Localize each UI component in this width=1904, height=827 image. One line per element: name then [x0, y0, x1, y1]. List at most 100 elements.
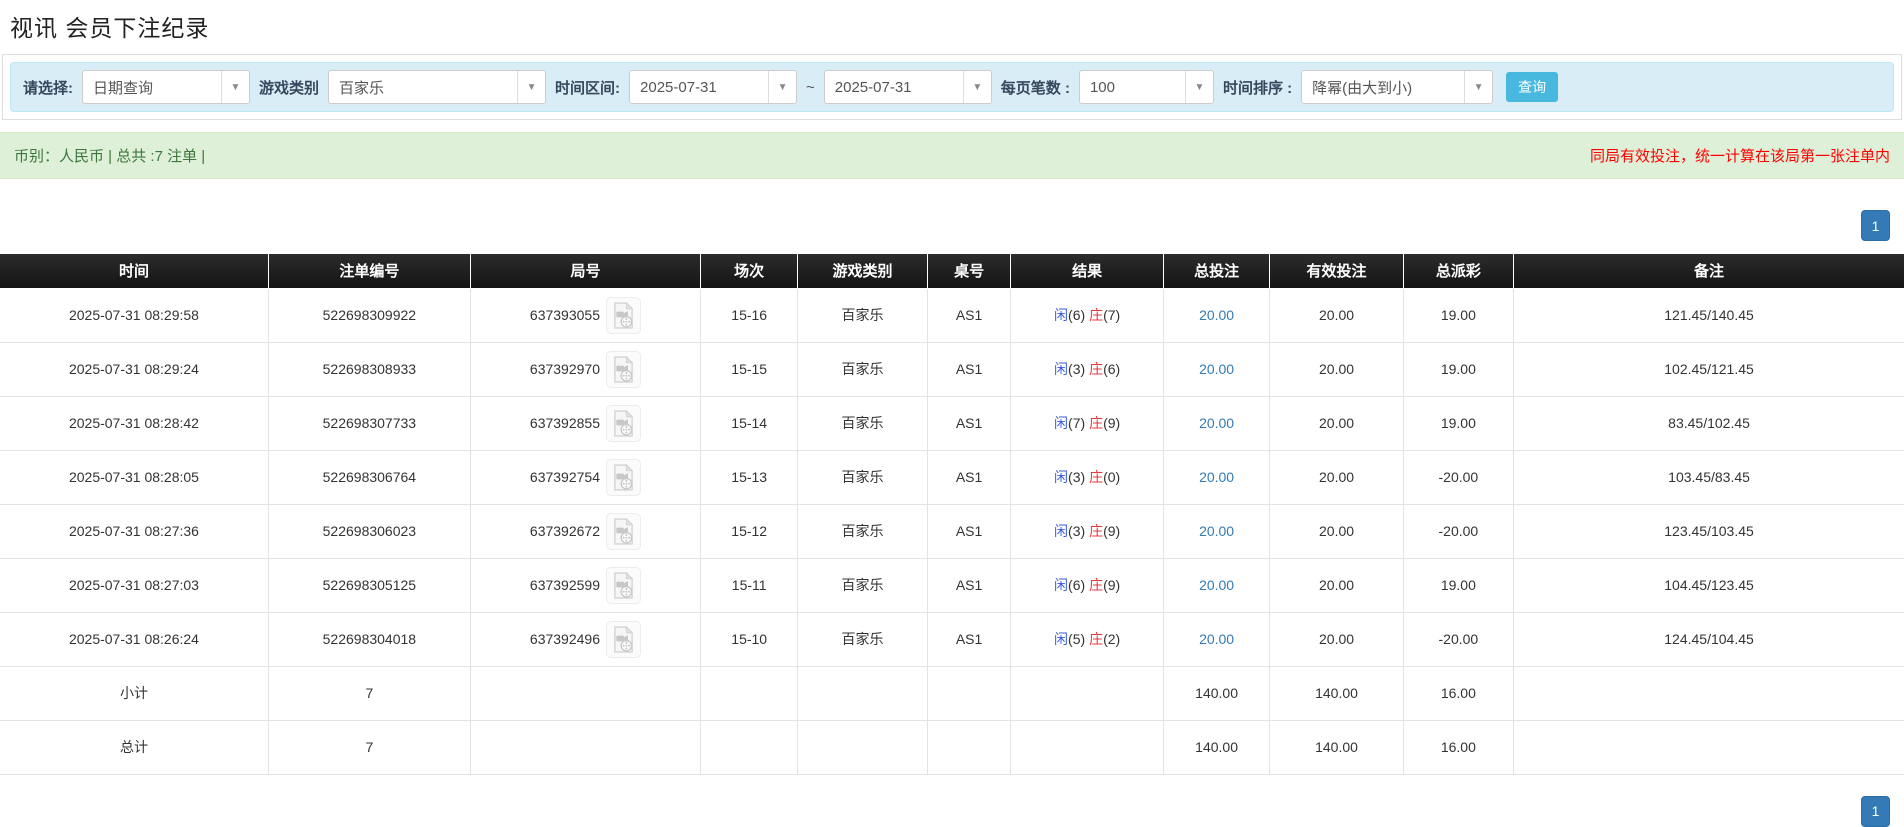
- search-button[interactable]: 查询: [1506, 72, 1559, 102]
- sort-order-select[interactable]: 降幂(由大到小) ▼: [1301, 70, 1494, 104]
- page-1-button[interactable]: 1: [1861, 210, 1890, 241]
- game-type-cell: 百家乐: [797, 611, 928, 667]
- total-bet-link[interactable]: 20.00: [1199, 523, 1234, 539]
- video-replay-button[interactable]: [605, 350, 641, 388]
- page-size-select[interactable]: 100 ▼: [1078, 70, 1214, 104]
- player-result-label: 闲: [1054, 577, 1069, 593]
- player-result-label: 闲: [1054, 523, 1069, 539]
- round-id-cell: 637392672: [469, 503, 702, 559]
- valid-bet-cell: 20.00: [1269, 449, 1404, 505]
- query-type-label: 请选择:: [23, 79, 73, 97]
- header-payout: 总派彩: [1402, 254, 1514, 289]
- time-cell: 2025-07-31 08:29:24: [0, 341, 269, 397]
- video-file-icon: [614, 571, 634, 599]
- total-bet-cell: 20.00: [1162, 395, 1271, 451]
- total-payout: 16.00: [1402, 719, 1515, 775]
- video-replay-button[interactable]: [605, 296, 641, 334]
- header-time: 时间: [0, 254, 269, 289]
- total-bet-cell: 20.00: [1162, 341, 1271, 397]
- total-label: 总计: [0, 719, 269, 775]
- total-bet-link[interactable]: 20.00: [1199, 361, 1234, 377]
- payout-cell: 19.00: [1402, 557, 1515, 613]
- banker-result-label: 庄: [1089, 415, 1104, 431]
- table-row: 2025-07-31 08:29:24 522698308933 6373929…: [0, 341, 1904, 397]
- table-row: 2025-07-31 08:27:03 522698305125 6373925…: [0, 557, 1904, 613]
- banker-result-value: (6): [1103, 361, 1121, 377]
- video-file-icon: [614, 409, 634, 437]
- chevron-down-icon[interactable]: ▼: [1184, 71, 1213, 103]
- game-type-cell: 百家乐: [797, 287, 928, 343]
- payout-cell: -20.00: [1402, 611, 1515, 667]
- player-result-label: 闲: [1054, 361, 1069, 377]
- valid-bet-cell: 20.00: [1269, 557, 1404, 613]
- bet-id-cell: 522698305125: [267, 557, 471, 613]
- result-cell: 闲(6) 庄(9): [1010, 557, 1164, 613]
- subtotal-count: 7: [267, 665, 471, 721]
- grand-total-row: 总计 7 140.00 140.00 16.00: [0, 719, 1904, 775]
- date-range-label: 时间区间:: [555, 79, 621, 97]
- video-file-icon: [614, 463, 634, 491]
- banker-result-value: (9): [1103, 415, 1121, 431]
- player-result-value: (5): [1068, 631, 1086, 647]
- video-replay-button[interactable]: [605, 566, 641, 604]
- total-bet-cell: 20.00: [1162, 611, 1271, 667]
- total-bet-link[interactable]: 20.00: [1199, 577, 1234, 593]
- page-1-button[interactable]: 1: [1861, 795, 1890, 827]
- pagination-top: 1: [0, 210, 1890, 241]
- chevron-down-icon[interactable]: ▼: [221, 71, 249, 103]
- game-type-cell: 百家乐: [797, 449, 928, 505]
- time-cell: 2025-07-31 08:27:03: [0, 557, 269, 613]
- subtotal-total-bet: 140.00: [1162, 665, 1271, 721]
- subtotal-row: 小计 7 140.00 140.00 16.00: [0, 665, 1904, 721]
- table-row: 2025-07-31 08:28:05 522698306764 6373927…: [0, 449, 1904, 505]
- chevron-down-icon[interactable]: ▼: [1464, 71, 1493, 103]
- banker-result-label: 庄: [1089, 307, 1104, 323]
- total-bet-cell: 20.00: [1162, 503, 1271, 559]
- video-replay-button[interactable]: [605, 512, 641, 550]
- header-result: 结果: [1010, 254, 1164, 289]
- video-replay-button[interactable]: [605, 620, 641, 658]
- video-file-icon: [614, 625, 634, 653]
- valid-bet-cell: 20.00: [1269, 395, 1404, 451]
- chevron-down-icon[interactable]: ▼: [517, 71, 546, 103]
- table-row: 2025-07-31 08:29:58 522698309922 6373930…: [0, 287, 1904, 343]
- game-type-cell: 百家乐: [797, 341, 928, 397]
- table-no-cell: AS1: [926, 611, 1012, 667]
- subtotal-label: 小计: [0, 665, 269, 721]
- total-bet-link[interactable]: 20.00: [1199, 631, 1234, 647]
- total-valid-bet: 140.00: [1269, 719, 1404, 775]
- chevron-down-icon[interactable]: ▼: [768, 71, 797, 103]
- total-bet-link[interactable]: 20.00: [1199, 307, 1234, 323]
- video-replay-button[interactable]: [605, 458, 641, 496]
- player-result-value: (6): [1068, 307, 1086, 323]
- banker-result-value: (9): [1103, 577, 1121, 593]
- payout-cell: 19.00: [1402, 395, 1515, 451]
- total-total-bet: 140.00: [1162, 719, 1271, 775]
- video-replay-button[interactable]: [605, 404, 641, 442]
- chevron-down-icon[interactable]: ▼: [962, 71, 991, 103]
- total-bet-link[interactable]: 20.00: [1199, 415, 1234, 431]
- query-type-select[interactable]: 日期查询 ▼: [82, 70, 250, 104]
- date-to-input[interactable]: 2025-07-31 ▼: [823, 70, 992, 104]
- result-cell: 闲(3) 庄(6): [1010, 341, 1164, 397]
- total-bet-cell: 20.00: [1162, 449, 1271, 505]
- game-type-select[interactable]: 百家乐 ▼: [328, 70, 547, 104]
- header-game-type: 游戏类别: [797, 254, 928, 289]
- total-bet-link[interactable]: 20.00: [1199, 469, 1234, 485]
- session-cell: 15-12: [700, 503, 799, 559]
- summary-info-bar: 币别：人民币 | 总共 :7 注单 | 同局有效投注，统一计算在该局第一张注单内: [0, 132, 1904, 179]
- session-cell: 15-13: [700, 449, 799, 505]
- banker-result-value: (2): [1103, 631, 1121, 647]
- date-from-input[interactable]: 2025-07-31 ▼: [629, 70, 798, 104]
- bet-records-table: 时间 注单编号 局号 场次 游戏类别 桌号 结果 总投注 有效投注 总派彩 备注…: [0, 254, 1904, 775]
- bet-id-cell: 522698304018: [267, 611, 471, 667]
- table-no-cell: AS1: [926, 503, 1012, 559]
- game-type-label: 游戏类别: [259, 79, 320, 97]
- player-result-value: (6): [1068, 577, 1086, 593]
- subtotal-payout: 16.00: [1402, 665, 1515, 721]
- player-result-label: 闲: [1054, 415, 1069, 431]
- payout-cell: 19.00: [1402, 287, 1515, 343]
- page-title: 视讯 会员下注纪录: [10, 15, 210, 41]
- bet-id-cell: 522698309922: [267, 287, 471, 343]
- video-file-icon: [614, 517, 634, 545]
